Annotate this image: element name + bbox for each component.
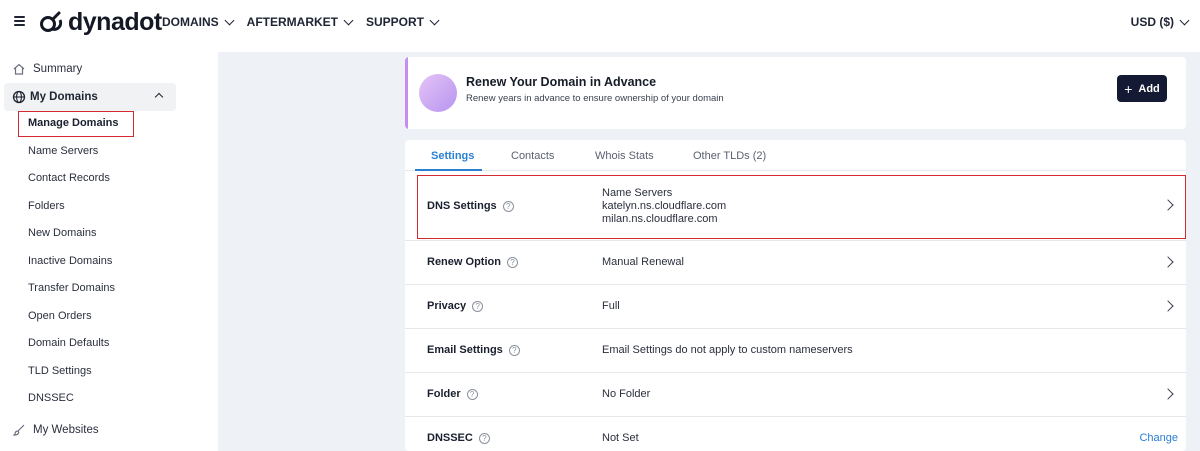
add-button-label: Add — [1138, 82, 1160, 95]
logo-text: dynadot — [68, 8, 162, 36]
tab-other-tlds[interactable]: Other TLDs (2) — [693, 150, 766, 162]
privacy-label-text: Privacy — [427, 300, 467, 312]
sidebar-item-folders[interactable]: Folders — [28, 200, 65, 212]
nav-domains-label: DOMAINS — [162, 15, 219, 29]
plus-icon: + — [1124, 80, 1133, 97]
sidebar-item-transfer-domains[interactable]: Transfer Domains — [28, 282, 115, 294]
sidebar-item-my-domains-label: My Domains — [30, 91, 98, 103]
tab-whois-stats[interactable]: Whois Stats — [595, 150, 654, 162]
sidebar-item-my-domains[interactable]: My Domains — [4, 83, 176, 111]
dnssec-label: DNSSEC? — [427, 432, 490, 444]
email-settings-value: Email Settings do not apply to custom na… — [602, 344, 853, 356]
sidebar-item-summary-label: Summary — [33, 63, 83, 75]
currency-selector[interactable]: USD ($) — [1130, 15, 1190, 29]
currency-label: USD ($) — [1130, 15, 1174, 29]
help-icon[interactable]: ? — [506, 256, 518, 268]
brush-icon — [12, 424, 25, 436]
folder-label-text: Folder — [427, 388, 461, 400]
chevron-down-icon — [429, 15, 440, 25]
nav-support[interactable]: SUPPORT — [366, 15, 440, 29]
chevron-up-icon[interactable] — [154, 92, 164, 102]
help-icon[interactable]: ? — [508, 344, 520, 356]
sidebar-item-dnssec[interactable]: DNSSEC — [28, 392, 74, 404]
row-email-settings: Email Settings? Email Settings do not ap… — [405, 329, 1186, 373]
tab-bar: Settings Contacts Whois Stats Other TLDs… — [405, 140, 1186, 171]
sidebar-item-open-orders[interactable]: Open Orders — [28, 310, 92, 322]
sidebar-item-manage-domains[interactable]: Manage Domains — [28, 117, 118, 129]
globe-icon — [12, 90, 26, 104]
renew-option-value: Manual Renewal — [602, 256, 684, 268]
dnssec-value: Not Set — [602, 432, 639, 444]
top-bar: dynadot DOMAINS AFTERMARKET SUPPORT USD … — [0, 0, 1200, 46]
renew-option-label: Renew Option? — [427, 256, 518, 268]
help-icon[interactable]: ? — [478, 432, 490, 444]
sidebar-item-my-websites[interactable]: My Websites — [12, 423, 99, 437]
nav-support-label: SUPPORT — [366, 15, 425, 29]
menu-icon[interactable] — [14, 16, 25, 26]
logo[interactable]: dynadot — [38, 9, 162, 35]
highlight-outline — [417, 175, 1186, 239]
tab-contacts[interactable]: Contacts — [511, 150, 554, 162]
main-nav: DOMAINS AFTERMARKET SUPPORT — [162, 15, 440, 29]
logo-mark-icon — [40, 11, 63, 32]
chevron-down-icon — [343, 15, 354, 25]
home-icon — [13, 63, 25, 75]
chevron-down-icon — [224, 15, 235, 25]
sidebar: Summary My Domains Manage Domains Name S… — [0, 52, 218, 451]
renew-option-label-text: Renew Option — [427, 256, 501, 268]
banner-subtitle: Renew years in advance to ensure ownersh… — [466, 93, 724, 104]
renew-banner: Renew Your Domain in Advance Renew years… — [405, 57, 1186, 129]
sidebar-item-inactive-domains[interactable]: Inactive Domains — [28, 255, 112, 267]
nav-domains[interactable]: DOMAINS — [162, 15, 235, 29]
nav-aftermarket[interactable]: AFTERMARKET — [246, 15, 354, 29]
row-renew-option[interactable]: Renew Option? Manual Renewal — [405, 241, 1186, 285]
nav-aftermarket-label: AFTERMARKET — [246, 15, 338, 29]
dnssec-change-link[interactable]: Change — [1139, 432, 1178, 444]
sidebar-item-tld-settings[interactable]: TLD Settings — [28, 365, 92, 377]
chevron-right-icon[interactable] — [1162, 300, 1174, 312]
tab-settings[interactable]: Settings — [431, 150, 474, 162]
privacy-label: Privacy? — [427, 300, 484, 312]
sidebar-item-new-domains[interactable]: New Domains — [28, 227, 96, 239]
banner-accent-stripe — [405, 57, 408, 129]
add-button[interactable]: + Add — [1117, 75, 1167, 102]
sidebar-item-contact-records[interactable]: Contact Records — [28, 172, 110, 184]
help-icon[interactable]: ? — [472, 300, 484, 312]
chevron-down-icon — [1179, 15, 1190, 25]
row-folder[interactable]: Folder? No Folder — [405, 373, 1186, 417]
folder-value: No Folder — [602, 388, 651, 400]
sidebar-item-summary[interactable]: Summary — [12, 62, 82, 76]
sidebar-item-my-websites-label: My Websites — [33, 424, 99, 436]
email-settings-label: Email Settings? — [427, 344, 520, 356]
banner-title: Renew Your Domain in Advance — [466, 75, 657, 89]
chevron-right-icon[interactable] — [1162, 388, 1174, 400]
privacy-value: Full — [602, 300, 620, 312]
banner-illustration — [419, 74, 457, 112]
sidebar-item-domain-defaults[interactable]: Domain Defaults — [28, 337, 109, 349]
folder-label: Folder? — [427, 388, 478, 400]
row-privacy[interactable]: Privacy? Full — [405, 285, 1186, 329]
domain-settings-card: Settings Contacts Whois Stats Other TLDs… — [405, 140, 1186, 451]
chevron-right-icon[interactable] — [1162, 256, 1174, 268]
row-dnssec: DNSSEC? Not Set Change — [405, 417, 1186, 451]
help-icon[interactable]: ? — [466, 388, 478, 400]
dnssec-label-text: DNSSEC — [427, 432, 473, 444]
email-settings-label-text: Email Settings — [427, 344, 503, 356]
sidebar-item-name-servers[interactable]: Name Servers — [28, 145, 98, 157]
